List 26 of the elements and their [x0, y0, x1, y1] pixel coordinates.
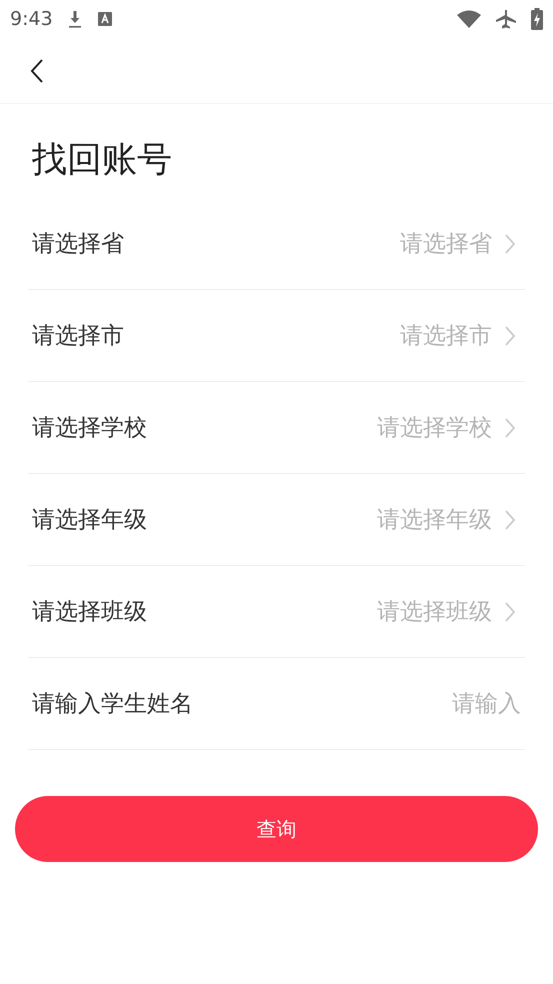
download-icon	[66, 9, 83, 29]
chevron-right-icon	[504, 508, 516, 530]
chevron-right-icon	[504, 416, 516, 438]
select-field[interactable]: 请选择班级	[377, 596, 516, 627]
field-label: 请选择省	[32, 230, 124, 259]
field-label: 请输入学生姓名	[32, 690, 193, 719]
battery-icon	[531, 8, 543, 30]
field-label: 请选择市	[32, 322, 124, 351]
chevron-right-icon	[504, 324, 516, 346]
select-field[interactable]: 请选择市	[400, 320, 516, 351]
keyboard-letter-icon	[96, 11, 113, 27]
wifi-icon	[457, 10, 481, 28]
field-label: 请选择年级	[32, 506, 147, 535]
query-button[interactable]: 查询	[15, 796, 538, 862]
back-icon[interactable]	[30, 58, 44, 82]
status-time: 9:43	[10, 8, 53, 30]
airplane-icon	[495, 8, 517, 30]
chevron-right-icon	[504, 600, 516, 622]
select-field[interactable]: 请选择学校	[377, 412, 516, 443]
field-label: 请选择学校	[32, 414, 147, 443]
input-field[interactable]: 请输入	[321, 690, 521, 716]
select-field[interactable]: 请选择省	[400, 228, 516, 259]
chevron-right-icon	[504, 232, 516, 254]
field-label: 请选择班级	[32, 598, 147, 627]
select-field[interactable]: 请选择年级	[377, 504, 516, 535]
page-title: 找回账号	[32, 139, 173, 182]
